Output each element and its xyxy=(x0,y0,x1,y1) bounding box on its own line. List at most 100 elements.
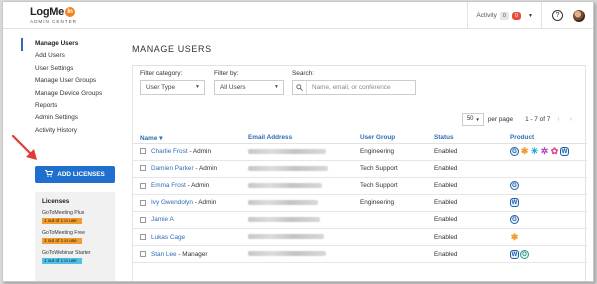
per-page-value: 50 xyxy=(466,116,474,122)
row-checkbox[interactable] xyxy=(140,250,146,257)
user-group xyxy=(360,211,434,229)
license-usage-bar: 1 out of 1 in use xyxy=(42,258,82,264)
divider xyxy=(541,2,542,29)
g2w-icon: W xyxy=(510,198,519,208)
row-checkbox[interactable] xyxy=(140,165,146,172)
star-icon: ✱ xyxy=(520,146,529,157)
sidebar-item-add-users[interactable]: Add Users xyxy=(35,50,115,62)
table-row: Damien Parker - Admin Tech Support Enabl… xyxy=(133,160,587,178)
user-name-link[interactable]: Charlie Frost xyxy=(151,148,188,155)
row-checkbox[interactable] xyxy=(140,148,146,155)
user-name-link[interactable]: Lukas Cage xyxy=(151,234,185,241)
g2m-icon: G xyxy=(510,181,519,191)
user-status: Enabled xyxy=(434,245,510,264)
license-usage-bar: 1 out of 1 in use xyxy=(42,218,82,224)
logo-subtitle: ADMIN CENTER xyxy=(30,19,77,24)
table-row: Emma Frost - Admin Tech Support Enabled … xyxy=(133,177,587,195)
sidebar-item-manage-users[interactable]: Manage Users xyxy=(35,38,115,50)
activity-alert-badge: 0 xyxy=(511,11,522,20)
product-icons: G xyxy=(510,215,587,225)
logo-wordmark: LogMe In xyxy=(30,6,77,18)
filter-by-select[interactable]: All Users ▼ xyxy=(214,80,284,95)
table-row: Ivy Gwendolyn - Admin Engineering Enable… xyxy=(133,194,587,212)
user-group: Engineering xyxy=(360,143,434,161)
user-name-link[interactable]: Stan Lee xyxy=(151,251,177,258)
logo[interactable]: LogMe In ADMIN CENTER xyxy=(30,6,77,24)
sidebar-item-reports[interactable]: Reports xyxy=(35,100,115,112)
row-checkbox[interactable] xyxy=(140,199,146,206)
user-status: Enabled xyxy=(434,177,510,195)
search-input[interactable]: Name, email, or conference xyxy=(292,80,416,95)
product-icons: G ✱ ✳ ✲ ✿ W xyxy=(510,146,587,157)
licenses-panel: Licenses GoToMeeting Plus 1 out of 1 in … xyxy=(35,192,115,281)
user-name-link[interactable]: Damien Parker xyxy=(151,165,194,172)
product-icons: ✱ xyxy=(510,231,587,242)
active-indicator xyxy=(21,38,23,51)
column-header-email[interactable]: Email Address xyxy=(248,133,360,144)
column-header-product[interactable]: Product xyxy=(510,133,587,144)
user-status: Enabled xyxy=(434,211,510,229)
user-role: - Admin xyxy=(193,165,218,173)
user-status: Enabled xyxy=(434,143,510,161)
column-header-name[interactable]: Name ▾ xyxy=(133,133,248,144)
red-arrow-annotation xyxy=(11,134,37,160)
product-icons: WO xyxy=(510,249,587,259)
sidebar-item-admin-settings[interactable]: Admin Settings xyxy=(35,112,115,124)
user-group: Tech Support xyxy=(360,160,434,178)
user-name-link[interactable]: Jamie A xyxy=(151,216,174,223)
g2m-icon: G xyxy=(510,215,519,225)
chevron-down-icon[interactable]: ▼ xyxy=(528,13,533,19)
column-header-status[interactable]: Status xyxy=(434,133,510,144)
email-redacted xyxy=(248,200,318,206)
row-checkbox[interactable] xyxy=(140,233,146,240)
user-group xyxy=(360,245,434,264)
sort-icon: ▾ xyxy=(159,134,163,142)
user-role: - Admin xyxy=(185,182,210,190)
user-name-link[interactable]: Emma Frost xyxy=(151,182,186,189)
table-row: Jamie A Enabled G xyxy=(133,211,587,229)
user-group xyxy=(360,228,434,247)
sidebar-item-user-settings[interactable]: User Settings xyxy=(35,63,115,75)
g2w-icon: W xyxy=(560,147,569,157)
filter-by-value: All Users xyxy=(220,84,246,91)
licenses-title: Licenses xyxy=(42,198,70,205)
table-header-row: Name ▾ Email Address User Group Status P… xyxy=(133,133,587,144)
search-label: Search: xyxy=(292,70,315,77)
logo-in-badge: In xyxy=(64,7,75,17)
per-page-label: per page xyxy=(487,116,514,123)
sidebar-item-manage-user-groups[interactable]: Manage User Groups xyxy=(35,75,115,87)
avatar[interactable] xyxy=(573,9,585,22)
user-status: Enabled xyxy=(434,194,510,212)
product-icons: G xyxy=(510,181,587,191)
chevron-left-icon[interactable]: ‹ xyxy=(554,116,562,123)
email-redacted xyxy=(248,148,326,154)
license-name: GoToWebinar Starter xyxy=(42,250,91,256)
add-licenses-label: ADD LICENSES xyxy=(57,171,105,178)
g2w-icon: W xyxy=(510,249,519,259)
filter-by-label: Filter by: xyxy=(214,70,239,77)
activity-menu[interactable]: Activity 0 0 ▼ xyxy=(468,11,541,20)
filter-category-select[interactable]: User Type ▼ xyxy=(140,80,205,95)
user-name-link[interactable]: Ivy Gwendolyn xyxy=(151,199,193,206)
user-role: - Admin xyxy=(187,148,212,156)
email-redacted xyxy=(248,234,324,240)
license-name: GoToMeeting Plus xyxy=(42,210,85,216)
chevron-right-icon[interactable]: › xyxy=(567,116,575,123)
logo-text: LogMe xyxy=(30,6,64,18)
star-icon: ✱ xyxy=(510,231,519,242)
sidebar-item-activity-history[interactable]: Activity History xyxy=(35,125,115,137)
row-checkbox[interactable] xyxy=(140,182,146,189)
flower-pink-icon: ✿ xyxy=(550,146,559,157)
sidebar-item-manage-device-groups[interactable]: Manage Device Groups xyxy=(35,88,115,100)
filter-category-label: Filter category: xyxy=(140,70,183,77)
email-redacted xyxy=(248,251,326,257)
per-page-select[interactable]: 50 ▼ xyxy=(461,113,484,126)
users-card: Filter category: User Type ▼ Filter by: … xyxy=(132,65,587,281)
help-icon[interactable]: ? xyxy=(552,10,563,21)
cart-icon xyxy=(45,170,54,179)
column-header-user-group[interactable]: User Group xyxy=(360,133,434,144)
row-checkbox[interactable] xyxy=(140,216,146,223)
add-licenses-button[interactable]: ADD LICENSES xyxy=(35,166,115,183)
sidebar-nav: Manage Users Add Users User Settings Man… xyxy=(35,38,115,137)
snowflake-icon: ✳ xyxy=(530,146,539,157)
